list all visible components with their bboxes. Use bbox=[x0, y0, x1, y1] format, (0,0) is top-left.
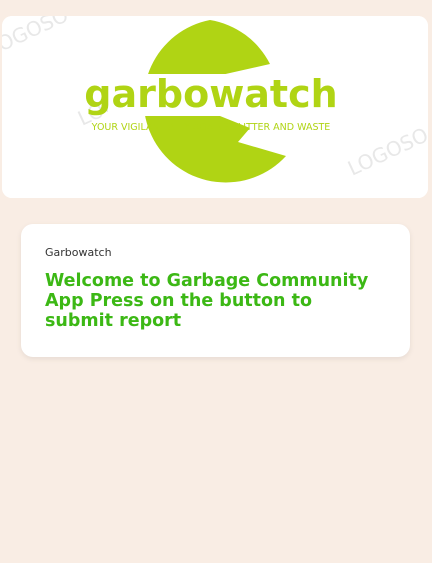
welcome-card: Garbowatch Welcome to Garbage Community … bbox=[21, 224, 410, 357]
banner-image: LOGOSO LOGOSO LOGOSO garbowatch YOUR VIG… bbox=[2, 16, 428, 198]
card-title: Welcome to Garbage Community App Press o… bbox=[45, 271, 369, 331]
garbowatch-logo: LOGOSO LOGOSO LOGOSO garbowatch YOUR VIG… bbox=[2, 16, 428, 198]
logo-tagline: YOUR VIGILANT ALLY AGAINST LITTER AND WA… bbox=[91, 122, 331, 133]
logo-text: garbowatch bbox=[84, 72, 337, 116]
card-label: Garbowatch bbox=[45, 246, 112, 259]
